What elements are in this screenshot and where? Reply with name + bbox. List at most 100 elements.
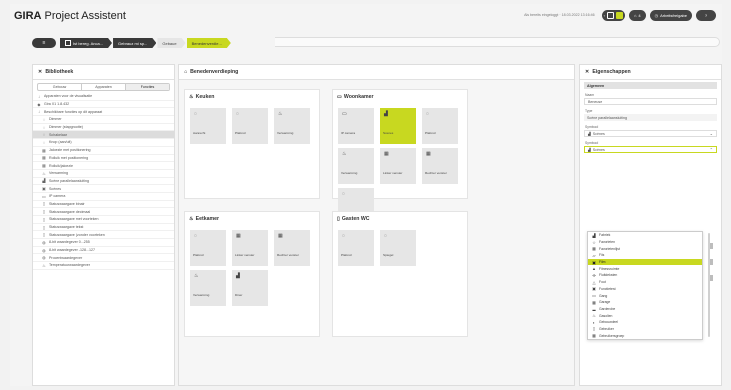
dropdown-scrollbar[interactable] — [708, 233, 710, 337]
dropdown-option[interactable]: ▂ Garderobe — [588, 306, 702, 313]
dropdown-option[interactable]: ▲ Fitnessruimte — [588, 265, 702, 272]
tile-label: Verwarming — [277, 131, 294, 135]
function-tile[interactable]: ◌ Plafond — [190, 230, 226, 266]
library-item[interactable]: ♨ Temperatuurwaardegever — [33, 262, 174, 270]
dropdown-option[interactable]: ◐ Gebouwdeel — [588, 319, 702, 326]
dropdown-option[interactable]: ▦ Gebruikersgroep — [588, 332, 702, 339]
option-icon: ▦ — [592, 246, 596, 252]
option-label: Gebruiker — [599, 326, 614, 331]
dropdown-option[interactable]: ✣ Fluitdeksten — [588, 272, 702, 279]
dropdown-option[interactable]: ▟ Fabriek — [588, 232, 702, 239]
library-item[interactable]: ◍ Procentwaardegever — [33, 254, 174, 263]
dropdown-option[interactable]: ▦ Favorietenlijst — [588, 245, 702, 252]
library-item[interactable]: ▯ Statuswaargave tekst — [33, 224, 174, 232]
window-icon[interactable] — [606, 11, 614, 19]
library-item[interactable]: ▯ Statuswaargave met voorteken — [33, 216, 174, 224]
dropdown-option[interactable]: △ Fout — [588, 279, 702, 286]
library-item[interactable]: ▦ Rolluik met positionering — [33, 155, 174, 163]
breadcrumb-track — [275, 37, 720, 47]
dropdown-option[interactable]: ▣ Functietest — [588, 286, 702, 293]
dropdown-option[interactable]: ▭ Gang — [588, 292, 702, 299]
library-item-label: Temperatuurwaardegever — [49, 263, 90, 268]
view-toggle[interactable]: ‹ — [601, 9, 625, 21]
library-item[interactable]: ◍ 8-bit waardegever -128...127 — [33, 247, 174, 255]
breadcrumb-item-current[interactable]: Benedenverdie... — [187, 38, 231, 48]
library-item[interactable]: ▟ Scène parallelaansluiting — [33, 178, 174, 186]
dropdown-option[interactable]: ▯ Gebruiker — [588, 326, 702, 333]
library-item[interactable]: ▭ IP camera — [33, 193, 174, 201]
list-group-header[interactable]: ↓ Apparaten voor de visualisatie — [33, 93, 174, 101]
library-item[interactable]: ▣ Scènes — [33, 185, 174, 193]
dropdown-option[interactable]: ▱ Fiis — [588, 252, 702, 259]
app-title: GIRA Project Assistent — [14, 10, 126, 22]
library-item[interactable]: ◌ Dimmer (stapgrootte) — [33, 124, 174, 132]
help-button[interactable]: ? — [696, 9, 716, 21]
function-tile[interactable]: ◌ Spiegel — [380, 230, 416, 266]
name-field[interactable]: Beneuse — [584, 98, 717, 105]
schedule-button[interactable]: ◷ Arbeitsfreigabe — [649, 9, 692, 21]
function-tile[interactable]: ◌ Aanrecht — [190, 108, 226, 144]
tab-devices[interactable]: Apparaten — [82, 84, 126, 90]
close-icon[interactable]: ✕ — [585, 69, 589, 75]
library-item[interactable]: ▯ Statuswaargave (zonder voorteken — [33, 231, 174, 240]
tile-label: Linker venster — [383, 171, 403, 175]
function-tile[interactable]: ▭ IP camera — [338, 108, 374, 144]
back-icon[interactable]: ‹ — [604, 13, 605, 18]
tab-functions[interactable]: Functies — [126, 84, 169, 90]
function-tile[interactable]: ◌ Plafond — [338, 230, 374, 266]
library-item[interactable]: ◆ Gira X1 1.8.432 — [33, 101, 174, 109]
library-item[interactable]: ↓ Beschikbare functies op dit apparaat — [33, 108, 174, 117]
library-item[interactable]: ◌ Schakelaar — [33, 131, 174, 140]
icon-select[interactable]: ▟ Scènes ⌄ — [584, 130, 717, 137]
library-item-label: Rolluik/jaloezie — [49, 163, 73, 168]
room-card[interactable]: ▭ Woonkamer ▭ IP camera ▟ Scenes ◌ Plafond ♨ Verw… — [332, 89, 468, 224]
function-tile[interactable]: ▦ Linker venster — [232, 230, 268, 266]
function-tile[interactable]: ♨ Verwarming — [274, 108, 310, 144]
menu-button[interactable]: ≡ — [32, 38, 56, 48]
option-label: Fout — [599, 280, 606, 285]
symbol-select[interactable]: ▟ Scènes ⌃ — [584, 146, 717, 153]
function-tile[interactable]: ▦ Rechter venster — [422, 148, 458, 184]
function-tile[interactable]: ▦ Linker venster — [380, 148, 416, 184]
room-card[interactable]: ♨ Keuken ◌ Aanrecht ◌ Plafond ♨ Verwarming — [184, 89, 320, 199]
breadcrumb: ≡ Ist bereg. Anca... Gebrauz mi sp... Ge… — [32, 37, 232, 49]
library-item[interactable]: ◌ Knop (aan/uit) — [33, 139, 174, 147]
dropdown-option[interactable]: ☆ Favorieten — [588, 239, 702, 246]
room-card[interactable]: ▯ Gasten WC ◌ Plafond ◌ Spiegel — [332, 211, 468, 337]
room-card[interactable]: ♨ Eetkamer ◌ Plafond ▦ Linker venster ▦ Rechter… — [184, 211, 320, 337]
library-item[interactable]: ◍ 8-bit waardegever 0...255 — [33, 239, 174, 247]
function-icon: ◌ — [42, 132, 46, 138]
library-item[interactable]: ♨ Verwarming — [33, 170, 174, 178]
library-item[interactable]: ▦ Jaloezie met positionering — [33, 147, 174, 155]
function-tile[interactable]: ▟ Diner — [232, 270, 268, 306]
dropdown-option[interactable]: ♨ Gasolien — [588, 312, 702, 319]
library-item[interactable]: ▯ Statuswaargave decimaal — [33, 208, 174, 216]
dropdown-option[interactable]: ▣ Film — [588, 258, 702, 266]
library-item[interactable]: ◌ Dimmer — [33, 116, 174, 124]
option-label: Garage — [599, 300, 611, 305]
library-item-label: Procentwaardegever — [49, 255, 83, 260]
close-icon[interactable]: ✕ — [38, 69, 42, 75]
library-item[interactable]: ▯ Statuswaargave binair — [33, 201, 174, 209]
function-tile[interactable]: ◌ Plafond — [422, 108, 458, 144]
function-tile[interactable]: ▦ Rechter venster — [274, 230, 310, 266]
breadcrumb-item[interactable]: Gebaue — [157, 38, 185, 48]
function-tile[interactable]: ♨ Verwarming — [190, 270, 226, 306]
function-icon: ▣ — [42, 186, 46, 192]
tab-building[interactable]: Gebouw — [38, 84, 82, 90]
function-tile[interactable]: ◌ Plafond — [232, 108, 268, 144]
library-item[interactable]: ▦ Rolluik/jaloezie — [33, 162, 174, 170]
dropdown-option[interactable]: ▦ Garage — [588, 299, 702, 306]
user-button[interactable]: ⌂ 4 — [628, 9, 646, 21]
library-item-label: Statuswaargave met voorteken — [49, 217, 99, 222]
breadcrumb-item[interactable]: Ist bereg. Anca... — [60, 38, 112, 48]
function-icon: ◌ — [42, 124, 46, 130]
panel-icon[interactable] — [615, 11, 623, 19]
option-icon: ♨ — [592, 313, 596, 319]
tile-icon: ◌ — [342, 191, 345, 197]
room-icon: ♨ — [189, 94, 194, 100]
function-tile[interactable]: ▟ Scenes — [380, 108, 416, 144]
function-tile[interactable]: ♨ Verwarming — [338, 148, 374, 184]
option-icon: ▣ — [592, 259, 596, 265]
breadcrumb-item[interactable]: Gebrauz mi sp... — [113, 38, 156, 48]
